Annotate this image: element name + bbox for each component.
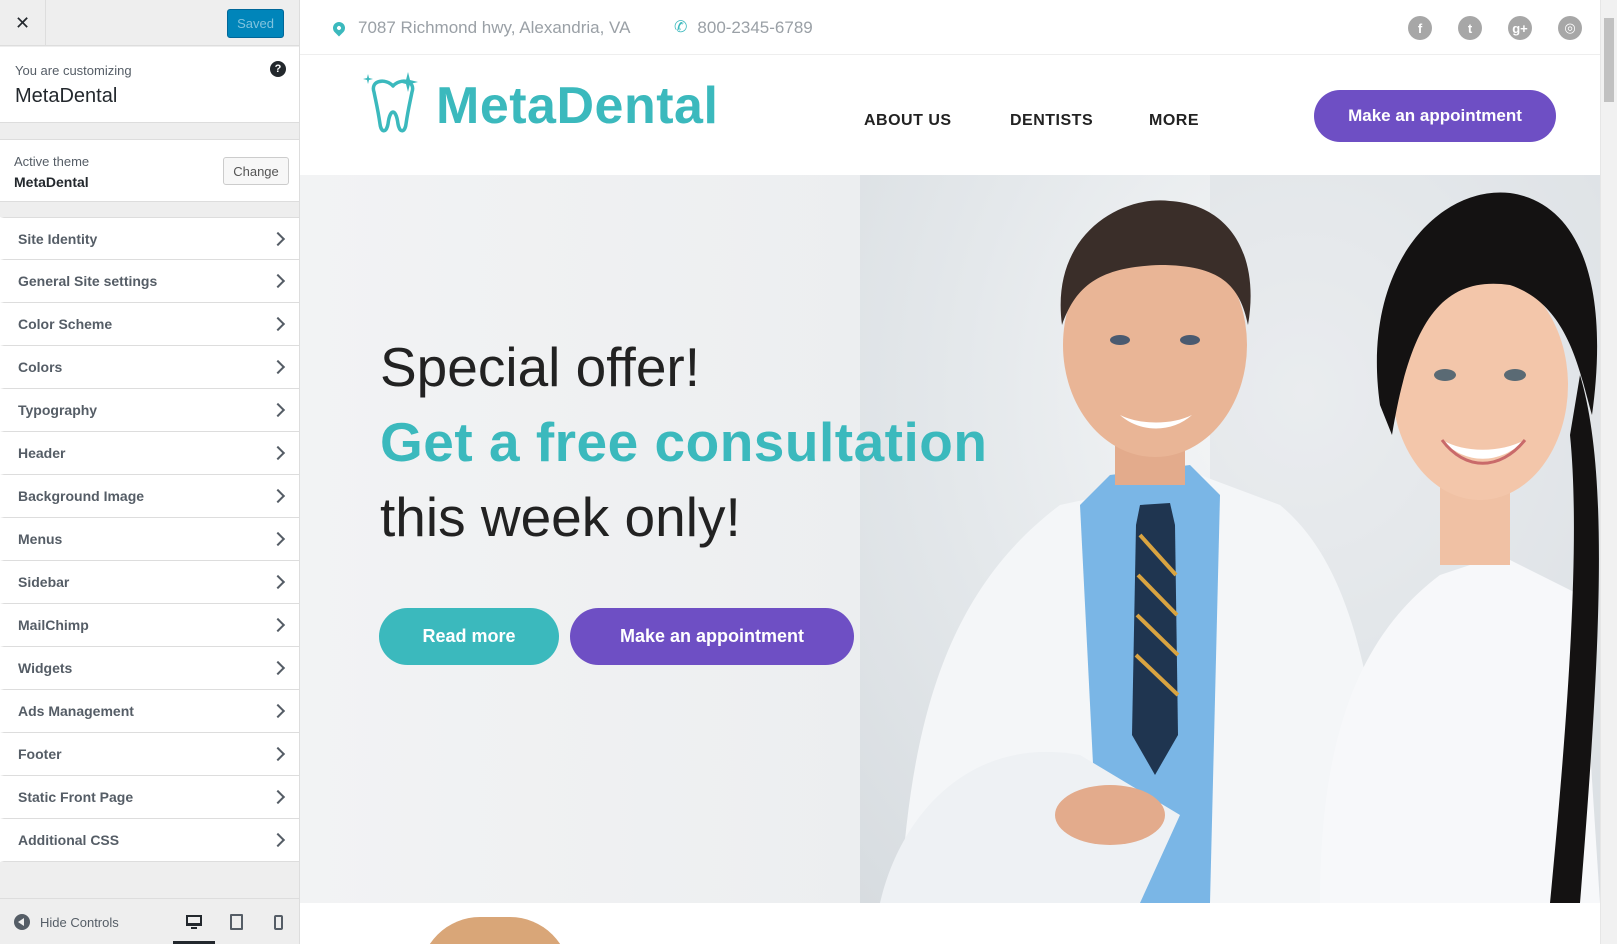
customizer-footer: Hide Controls [0, 898, 299, 944]
nav-dentists[interactable]: DENTISTS [1010, 112, 1093, 130]
chevron-right-icon [270, 789, 286, 805]
next-section-photo [420, 917, 570, 944]
close-icon[interactable]: ✕ [0, 0, 46, 46]
tablet-icon [229, 914, 243, 930]
phone-text: 800-2345-6789 [697, 18, 813, 37]
section-site-identity[interactable]: Site Identity [0, 217, 299, 260]
chevron-right-icon [270, 574, 286, 590]
section-label: Footer [18, 746, 62, 762]
section-colors[interactable]: Colors [0, 346, 299, 389]
section-label: Background Image [18, 488, 145, 504]
desktop-preview-button[interactable] [173, 899, 215, 944]
hero-heading-line-3: this week only! [380, 486, 741, 548]
scrollbar-thumb[interactable] [1604, 18, 1614, 102]
section-label: Menus [18, 531, 63, 547]
desktop-icon [186, 914, 202, 929]
section-label: Widgets [18, 660, 73, 676]
twitter-icon[interactable]: t [1458, 16, 1482, 40]
chevron-right-icon [270, 445, 286, 461]
section-ads-management[interactable]: Ads Management [0, 690, 299, 733]
help-icon[interactable]: ? [270, 61, 286, 77]
chevron-right-icon [270, 531, 286, 547]
chevron-right-icon [270, 660, 286, 676]
top-bar: 7087 Richmond hwy, Alexandria, VA ✆ 800-… [300, 0, 1600, 55]
chevron-right-icon [270, 402, 286, 418]
site-title: MetaDental [15, 85, 118, 107]
customizer-sections: Site Identity General Site settings Colo… [0, 217, 299, 862]
section-color-scheme[interactable]: Color Scheme [0, 303, 299, 346]
address-text: 7087 Richmond hwy, Alexandria, VA [358, 18, 631, 37]
section-label: Header [18, 445, 66, 461]
hide-controls-label: Hide Controls [40, 914, 119, 930]
mobile-icon [273, 914, 283, 930]
customizing-label: You are customizing [15, 63, 132, 78]
active-theme-name: MetaDental [14, 174, 89, 190]
mobile-preview-button[interactable] [257, 899, 299, 944]
customizer-info: You are customizing MetaDental ? [0, 47, 299, 123]
customizer-header: ✕ Saved [0, 0, 299, 46]
next-section [300, 903, 1600, 944]
section-static-front-page[interactable]: Static Front Page [0, 776, 299, 819]
chevron-right-icon [270, 746, 286, 762]
chevron-right-icon [270, 488, 286, 504]
section-label: MailChimp [18, 617, 89, 633]
section-mailchimp[interactable]: MailChimp [0, 604, 299, 647]
phone-info: ✆ 800-2345-6789 [674, 18, 813, 38]
header-appointment-button[interactable]: Make an appointment [1314, 90, 1556, 142]
chevron-right-icon [270, 273, 286, 289]
section-label: Colors [18, 359, 63, 375]
section-background-image[interactable]: Background Image [0, 475, 299, 518]
site-preview: 7087 Richmond hwy, Alexandria, VA ✆ 800-… [300, 0, 1617, 944]
section-header[interactable]: Header [0, 432, 299, 475]
section-menus[interactable]: Menus [0, 518, 299, 561]
change-theme-button[interactable]: Change [223, 157, 289, 185]
customizer-panel: ✕ Saved You are customizing MetaDental ?… [0, 0, 300, 944]
facebook-icon[interactable]: f [1408, 16, 1432, 40]
active-theme-label: Active theme [14, 154, 90, 169]
hero-heading-line-1: Special offer! [380, 336, 701, 398]
section-label: Additional CSS [18, 832, 120, 848]
chevron-right-icon [270, 231, 286, 247]
google-plus-icon[interactable]: g+ [1508, 16, 1532, 40]
section-widgets[interactable]: Widgets [0, 647, 299, 690]
hide-controls-button[interactable]: Hide Controls [14, 914, 119, 930]
address-info: 7087 Richmond hwy, Alexandria, VA [330, 18, 631, 38]
section-label: Static Front Page [18, 789, 134, 805]
nav-more[interactable]: MORE [1149, 112, 1199, 130]
site-header: MetaDental ABOUT US DENTISTS MORE Make a… [300, 56, 1600, 175]
section-footer[interactable]: Footer [0, 733, 299, 776]
map-pin-icon [330, 19, 348, 37]
tooth-logo-icon [363, 72, 418, 133]
hero-section: Special offer! Get a free consultation t… [300, 175, 1600, 903]
chevron-right-icon [270, 359, 286, 375]
section-additional-css[interactable]: Additional CSS [0, 819, 299, 862]
logo-text: MetaDental [436, 77, 719, 135]
collapse-arrow-icon [14, 914, 30, 930]
hero-heading-line-2: Get a free consultation [380, 411, 988, 473]
nav-about-us[interactable]: ABOUT US [864, 112, 952, 130]
site-logo[interactable]: MetaDental [360, 70, 718, 142]
section-typography[interactable]: Typography [0, 389, 299, 432]
section-label: Ads Management [18, 703, 134, 719]
hero-appointment-button[interactable]: Make an appointment [570, 608, 854, 665]
preview-scrollbar[interactable] [1600, 0, 1617, 944]
section-general-site-settings[interactable]: General Site settings [0, 260, 299, 303]
saved-button[interactable]: Saved [227, 9, 284, 38]
section-label: General Site settings [18, 273, 158, 289]
chevron-right-icon [270, 703, 286, 719]
instagram-icon[interactable]: ◎ [1558, 16, 1582, 40]
dentists-photo [880, 175, 1600, 903]
chevron-right-icon [270, 617, 286, 633]
section-label: Typography [18, 402, 98, 418]
chevron-right-icon [270, 832, 286, 848]
section-label: Sidebar [18, 574, 70, 590]
section-label: Site Identity [18, 231, 98, 247]
section-label: Color Scheme [18, 316, 113, 332]
tablet-preview-button[interactable] [215, 899, 257, 944]
section-sidebar[interactable]: Sidebar [0, 561, 299, 604]
read-more-button[interactable]: Read more [379, 608, 559, 665]
phone-icon: ✆ [674, 19, 688, 36]
active-theme-panel: Active theme MetaDental Change [0, 139, 299, 202]
chevron-right-icon [270, 316, 286, 332]
